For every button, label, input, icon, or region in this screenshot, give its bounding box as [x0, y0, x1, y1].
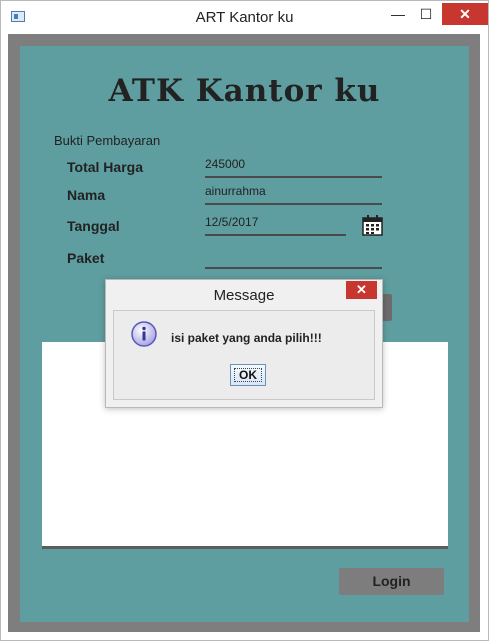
ok-button[interactable]: OK: [230, 364, 266, 386]
message-dialog: Message ✕ isi paket yang anda pilih!!! O…: [105, 279, 383, 408]
total-harga-label: Total Harga: [67, 159, 143, 175]
divider: [42, 546, 448, 549]
title-bar[interactable]: ART Kantor ku — ☐ ✕: [1, 1, 488, 33]
paket-label: Paket: [67, 250, 105, 266]
dialog-close-button[interactable]: ✕: [346, 281, 377, 299]
nama-field[interactable]: ainurrahma: [205, 184, 382, 205]
focus-ring: [234, 368, 262, 382]
minimize-button[interactable]: —: [385, 3, 411, 25]
dialog-message: isi paket yang anda pilih!!!: [171, 331, 322, 345]
page-title: ATK Kantor ku: [108, 73, 381, 109]
calendar-icon[interactable]: [362, 215, 383, 236]
paket-field[interactable]: [205, 248, 382, 269]
nama-label: Nama: [67, 187, 106, 203]
dialog-body: isi paket yang anda pilih!!! OK: [113, 310, 375, 400]
maximize-button[interactable]: ☐: [413, 3, 439, 25]
form-subtitle: Bukti Pembayaran: [54, 133, 161, 148]
close-button[interactable]: ✕: [442, 3, 488, 25]
total-harga-field[interactable]: 245000: [205, 157, 382, 178]
dialog-title: Message: [213, 287, 275, 304]
login-button[interactable]: Login: [339, 568, 444, 595]
info-icon: [131, 321, 157, 347]
tanggal-field[interactable]: 12/5/2017: [205, 215, 346, 236]
tanggal-label: Tanggal: [67, 218, 120, 234]
